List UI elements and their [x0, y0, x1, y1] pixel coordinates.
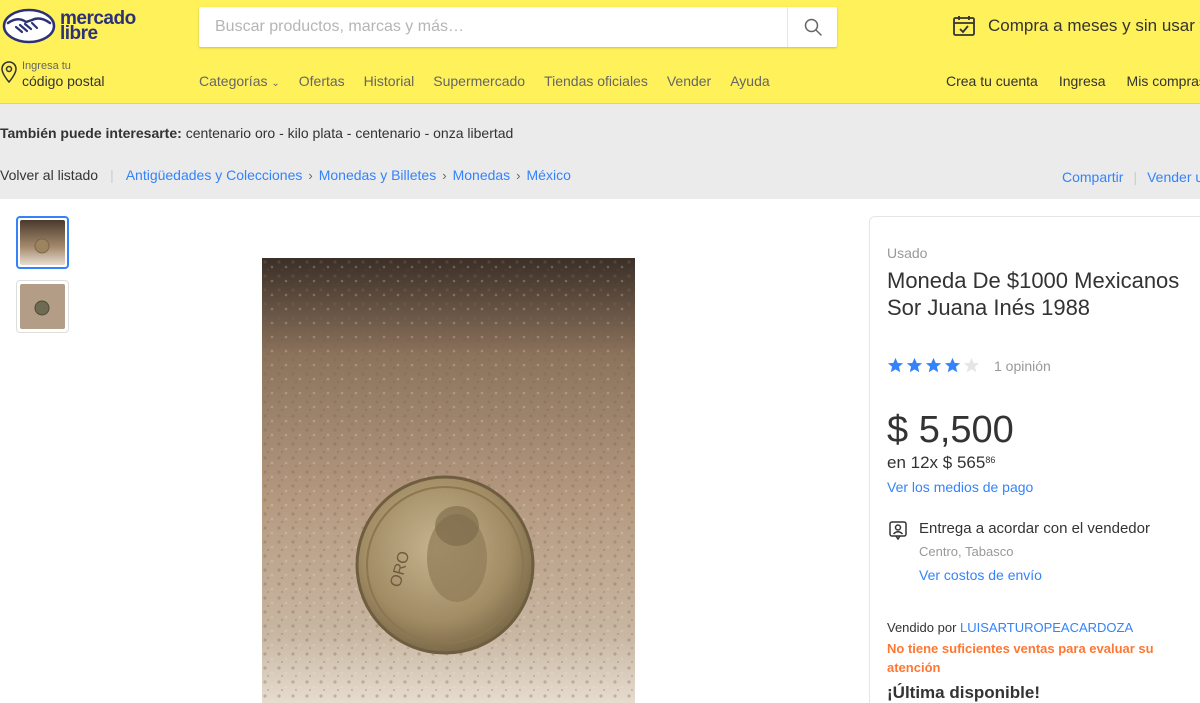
- nav-categorias[interactable]: Categorías ⌄: [199, 73, 280, 89]
- breadcrumb-item-antiguedades[interactable]: Antigüedades y Colecciones: [126, 167, 303, 183]
- reviews-count: 1 opinión: [994, 357, 1051, 374]
- create-account-link[interactable]: Crea tu cuenta: [946, 73, 1038, 89]
- location-pin-icon: [1, 61, 17, 84]
- shipping-costs-link[interactable]: Ver costos de envío: [919, 567, 1042, 583]
- gallery-thumbnail-2[interactable]: [16, 280, 69, 333]
- postal-label: código postal: [22, 73, 105, 89]
- product-section: ORO Usado Moneda De $1000 Mexicanos Sor …: [0, 199, 1200, 703]
- postal-code-selector[interactable]: Ingresa tu código postal: [0, 60, 105, 90]
- search-input[interactable]: [199, 7, 779, 47]
- calendar-check-icon: [953, 16, 975, 36]
- share-link[interactable]: Compartir: [1062, 169, 1123, 185]
- nav-ofertas[interactable]: Ofertas: [299, 73, 345, 89]
- chevron-right-icon: ›: [516, 167, 521, 183]
- coin-thumbnail-image: [20, 220, 65, 265]
- stock-status: ¡Última disponible!: [887, 683, 1040, 702]
- nav-ayuda[interactable]: Ayuda: [730, 73, 769, 89]
- rating[interactable]: 1 opinión: [887, 357, 1051, 374]
- breadcrumb: Volver al listado | Antigüedades y Colec…: [0, 167, 571, 183]
- star-empty-icon: [963, 357, 980, 373]
- seller-prefix: Vendido por: [887, 620, 957, 635]
- account-nav: Crea tu cuenta Ingresa Mis compras: [946, 73, 1200, 89]
- main-nav: Categorías ⌄ Ofertas Historial Supermerc…: [199, 73, 789, 89]
- sell-similar-link[interactable]: Vender uno igual: [1147, 169, 1200, 185]
- related-searches-label: También puede interesarte:: [0, 125, 182, 141]
- installments-amount: en 12x $ 565: [887, 453, 986, 472]
- nav-vender[interactable]: Vender: [667, 73, 711, 89]
- search-icon: [804, 18, 822, 36]
- login-link[interactable]: Ingresa: [1059, 73, 1106, 89]
- purchase-panel: Usado Moneda De $1000 Mexicanos Sor Juan…: [869, 216, 1200, 703]
- user-card-icon: [889, 521, 907, 540]
- product-price: $ 5,500: [887, 409, 1014, 451]
- coin-thumbnail-image: [20, 284, 65, 329]
- star-icon: [925, 357, 942, 373]
- postal-hint: Ingresa tu: [22, 60, 71, 72]
- nav-categorias-label: Categorías: [199, 73, 268, 89]
- star-icon: [906, 357, 923, 373]
- star-icon: [887, 357, 904, 373]
- breadcrumb-item-mexico[interactable]: México: [527, 167, 571, 183]
- seller-location: Centro, Tabasco: [919, 544, 1014, 559]
- installments-cents: 86: [985, 455, 996, 465]
- handshake-logo-icon: [2, 8, 56, 44]
- nav-tiendas-oficiales[interactable]: Tiendas oficiales: [544, 73, 648, 89]
- share-divider: |: [1133, 169, 1138, 185]
- payment-methods-link[interactable]: Ver los medios de pago: [887, 479, 1033, 495]
- seller-info: Vendido por LUISARTUROPEACARDOZA: [887, 620, 1133, 635]
- logo-wordmark: mercado libre: [60, 9, 136, 43]
- mercadolibre-logo[interactable]: mercado libre: [2, 8, 136, 44]
- seller-name-link[interactable]: LUISARTUROPEACARDOZA: [960, 620, 1133, 635]
- star-icon: [944, 357, 961, 373]
- seller-reputation-warning: No tiene suficientes ventas para evaluar…: [887, 641, 1154, 675]
- delivery-method: Entrega a acordar con el vendedor: [919, 520, 1150, 537]
- breadcrumb-item-monedas[interactable]: Monedas: [453, 167, 511, 183]
- chevron-down-icon: ⌄: [271, 78, 280, 89]
- breadcrumb-divider: |: [110, 167, 114, 183]
- nav-historial[interactable]: Historial: [364, 73, 415, 89]
- related-searches: También puede interesarte: centenario or…: [0, 125, 513, 141]
- share-links: Compartir | Vender uno igual: [1062, 169, 1200, 185]
- back-to-list-link[interactable]: Volver al listado: [0, 167, 98, 183]
- product-title: Moneda De $1000 Mexicanos Sor Juana Inés…: [887, 268, 1180, 320]
- my-purchases-link[interactable]: Mis compras: [1127, 73, 1200, 89]
- related-searches-terms[interactable]: centenario oro - kilo plata - centenario…: [186, 125, 514, 141]
- promo-text: Compra a meses y sin usar tarjeta: [988, 16, 1200, 35]
- search-bar: [199, 7, 837, 47]
- nav-supermercado[interactable]: Supermercado: [433, 73, 525, 89]
- chevron-right-icon: ›: [308, 167, 313, 183]
- chevron-right-icon: ›: [442, 167, 447, 183]
- gallery-thumbnail-1[interactable]: [16, 216, 69, 269]
- installments-promo[interactable]: Compra a meses y sin usar tarjeta: [952, 14, 1200, 38]
- breadcrumb-item-monedas-billetes[interactable]: Monedas y Billetes: [319, 167, 437, 183]
- item-condition: Usado: [887, 245, 928, 261]
- installments: en 12x $ 56586: [887, 453, 995, 473]
- search-button[interactable]: [787, 7, 837, 47]
- product-main-image[interactable]: ORO: [262, 258, 635, 703]
- site-header: mercado libre Compra a meses y sin usar …: [0, 0, 1200, 104]
